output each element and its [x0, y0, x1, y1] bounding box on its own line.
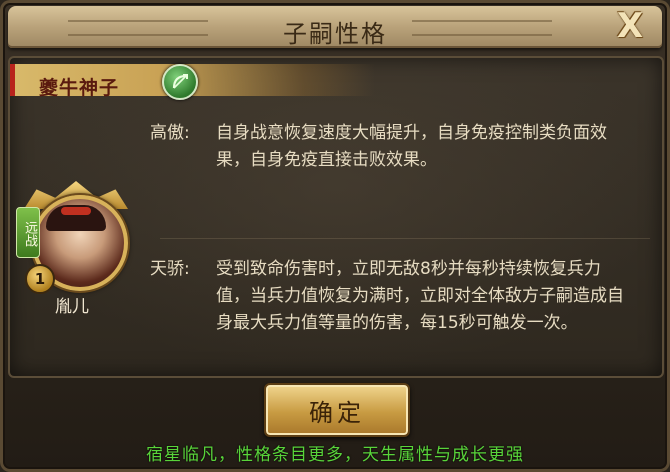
avatar-headband — [61, 207, 91, 215]
trait-name: 天骄: — [150, 259, 190, 279]
character-name: 胤儿 — [55, 297, 89, 317]
trait-row-2: 天骄: 受到致命伤害时，立即无敌8秒并每秒持续恢复兵力值，当兵力值恢复为满时，立即… — [150, 256, 650, 337]
trait-description: 自身战意恢复速度大幅提升，自身免疫控制类负面效果，自身免疫直接击败效果。 — [216, 123, 607, 170]
close-button[interactable]: X — [604, 6, 656, 46]
trait-dialog: 子嗣性格 X 夔牛神子 高傲: 自身战意恢复速度大幅提升，自身免疫控制类负面效果，… — [0, 0, 670, 472]
trait-row-1: 高傲: 自身战意恢复速度大幅提升，自身免疫控制类负面效果，自身免疫直接击败效果。 — [150, 120, 650, 174]
footer-note: 宿星临凡，性格条目更多，天生属性与成长更强 — [146, 445, 524, 465]
range-badge: 远战 — [16, 207, 40, 258]
title-bar: 子嗣性格 X — [8, 6, 662, 48]
trait-title: 夔牛神子 — [39, 77, 120, 99]
level-badge: 1 — [25, 264, 55, 294]
dialog-title: 子嗣性格 — [283, 20, 387, 48]
trait-divider — [160, 238, 650, 239]
trait-description: 受到致命伤害时，立即无敌8秒并每秒持续恢复兵力值，当兵力值恢复为满时，立即对全体… — [216, 259, 624, 333]
confirm-label: 确定 — [309, 398, 365, 427]
close-icon: X — [616, 6, 644, 46]
bow-archer-icon — [162, 64, 198, 100]
confirm-button[interactable]: 确定 — [264, 383, 410, 437]
bow-archer-icon-glyph — [172, 74, 188, 89]
trait-name: 高傲: — [150, 123, 190, 143]
